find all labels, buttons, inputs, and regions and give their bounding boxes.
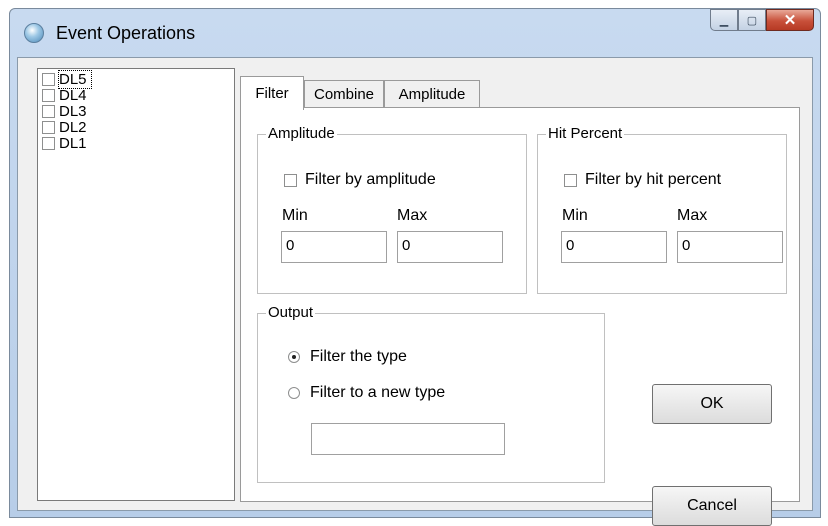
checkbox-box[interactable] bbox=[284, 173, 297, 187]
radio-label: Filter to a new type bbox=[310, 384, 446, 401]
hit-max-input[interactable]: 0 bbox=[677, 231, 783, 263]
list-item-label: DL2 bbox=[59, 118, 87, 136]
filter-to-new-type-radio[interactable]: Filter to a new type bbox=[288, 384, 445, 402]
radio-selected[interactable] bbox=[288, 351, 300, 363]
maximize-button[interactable]: ▢ bbox=[738, 9, 766, 31]
title-bar[interactable]: Event Operations ▁ ▢ ✕ bbox=[10, 9, 820, 59]
list-item[interactable]: DL5 bbox=[42, 69, 92, 89]
list-item-label: DL1 bbox=[59, 134, 87, 152]
list-item-label: DL4 bbox=[59, 86, 87, 104]
radio-unselected[interactable] bbox=[288, 387, 300, 399]
list-item[interactable]: DL3 bbox=[42, 102, 87, 120]
caption-buttons: ▁ ▢ ✕ bbox=[710, 9, 814, 33]
checkbox-label: Filter by hit percent bbox=[585, 171, 722, 188]
close-button[interactable]: ✕ bbox=[766, 9, 814, 31]
window-title: Event Operations bbox=[56, 23, 196, 43]
list-item-label: DL5 bbox=[58, 69, 92, 89]
hit-min-label: Min bbox=[562, 207, 588, 224]
filter-tab-panel: Amplitude Filter by amplitude Min Max 0 … bbox=[240, 107, 800, 526]
checkbox-box[interactable] bbox=[564, 173, 577, 187]
tab-combine[interactable]: Combine bbox=[304, 80, 384, 108]
hit-percent-group-title: Hit Percent bbox=[546, 125, 625, 142]
amplitude-min-input[interactable]: 0 bbox=[281, 231, 387, 263]
cancel-button[interactable]: Cancel bbox=[652, 486, 772, 526]
ok-button[interactable]: OK bbox=[652, 384, 772, 424]
list-item-checkbox[interactable] bbox=[42, 136, 55, 150]
close-icon: ✕ bbox=[783, 12, 797, 29]
app-globe-icon bbox=[24, 23, 44, 43]
checkbox-label: Filter by amplitude bbox=[305, 171, 436, 188]
hit-min-input[interactable]: 0 bbox=[561, 231, 667, 263]
output-group: Output Filter the type Filter to a new t… bbox=[257, 304, 605, 483]
hit-percent-group: Hit Percent Filter by hit percent Min Ma… bbox=[537, 125, 787, 294]
minimize-button[interactable]: ▁ bbox=[710, 9, 738, 31]
list-item-checkbox[interactable] bbox=[42, 72, 55, 86]
tab-amplitude[interactable]: Amplitude bbox=[384, 80, 480, 108]
filter-by-amplitude-checkbox[interactable]: Filter by amplitude bbox=[284, 171, 436, 189]
list-item-checkbox[interactable] bbox=[42, 120, 55, 134]
list-item[interactable]: DL4 bbox=[42, 86, 87, 104]
list-item[interactable]: DL2 bbox=[42, 118, 87, 136]
list-item-checkbox[interactable] bbox=[42, 88, 55, 102]
amplitude-group-title: Amplitude bbox=[266, 125, 337, 142]
hit-max-label: Max bbox=[677, 207, 708, 224]
amplitude-group: Amplitude Filter by amplitude Min Max 0 … bbox=[257, 125, 527, 294]
filter-by-hit-percent-checkbox[interactable]: Filter by hit percent bbox=[564, 171, 721, 189]
output-group-title: Output bbox=[266, 304, 316, 321]
amplitude-min-label: Min bbox=[282, 207, 308, 224]
new-type-input[interactable] bbox=[311, 423, 505, 455]
dialog-client-area: DL5 DL4 DL3 DL2 DL1 Filter Combine Ampli bbox=[17, 57, 813, 526]
list-item[interactable]: DL1 bbox=[42, 134, 87, 152]
radio-label: Filter the type bbox=[310, 348, 407, 365]
event-operations-window: Event Operations ▁ ▢ ✕ DL5 DL4 DL3 DL2 D… bbox=[9, 8, 821, 526]
device-list[interactable]: DL5 DL4 DL3 DL2 DL1 bbox=[37, 68, 235, 501]
filter-the-type-radio[interactable]: Filter the type bbox=[288, 348, 407, 366]
amplitude-max-label: Max bbox=[397, 207, 428, 224]
list-item-label: DL3 bbox=[59, 102, 87, 120]
minimize-icon: ▁ bbox=[719, 14, 729, 27]
amplitude-max-input[interactable]: 0 bbox=[397, 231, 503, 263]
maximize-icon: ▢ bbox=[746, 14, 758, 27]
tab-filter[interactable]: Filter bbox=[240, 76, 304, 110]
list-item-checkbox[interactable] bbox=[42, 104, 55, 118]
